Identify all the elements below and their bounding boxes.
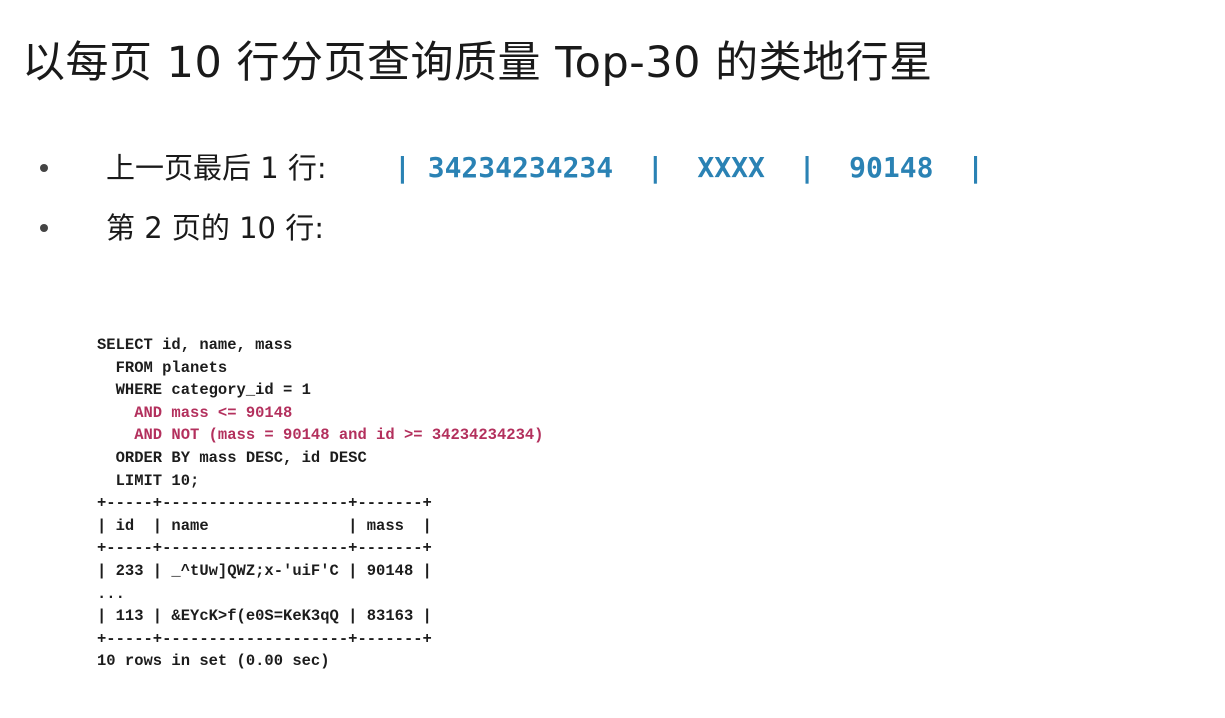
result-table-row: | 113 | &EYcK>f(e0S=KeK3qQ | 83163 | xyxy=(97,607,432,626)
code-line-highlighted: AND mass <= 90148 xyxy=(97,403,293,422)
bullet-dot-icon xyxy=(40,164,48,172)
result-table-row: | 233 | _^tUw]QWZ;x-'uiF'C | 90148 | xyxy=(97,561,432,580)
code-line: LIMIT 10; xyxy=(97,471,200,490)
bullet-label: 第 2 页的 10 行: xyxy=(106,211,324,245)
slide-title: 以每页 10 行分页查询质量 Top-30 的类地行星 xyxy=(22,38,933,88)
result-table-ellipsis: ... xyxy=(97,584,125,603)
code-line: ORDER BY mass DESC, id DESC xyxy=(97,448,367,467)
bullet-dot-icon xyxy=(40,224,48,232)
code-line-highlighted: AND NOT (mass = 90148 and id >= 34234234… xyxy=(97,426,544,445)
last-row-code: | 34234234234 | XXXX | 90148 | xyxy=(394,151,985,184)
result-table-border: +-----+--------------------+-------+ xyxy=(97,494,432,513)
result-summary: 10 rows in set (0.00 sec) xyxy=(97,652,330,671)
code-line: SELECT id, name, mass xyxy=(97,336,293,354)
result-table-header: | id | name | mass | xyxy=(97,516,432,535)
result-table-border: +-----+--------------------+-------+ xyxy=(97,629,432,648)
code-line: FROM planets xyxy=(97,358,228,377)
bullet-label: 上一页最后 1 行: xyxy=(106,151,327,185)
sql-code-block: SELECT id, name, mass FROM planets WHERE… xyxy=(97,334,543,673)
code-line: WHERE category_id = 1 xyxy=(97,381,311,400)
result-table-border: +-----+--------------------+-------+ xyxy=(97,539,432,558)
